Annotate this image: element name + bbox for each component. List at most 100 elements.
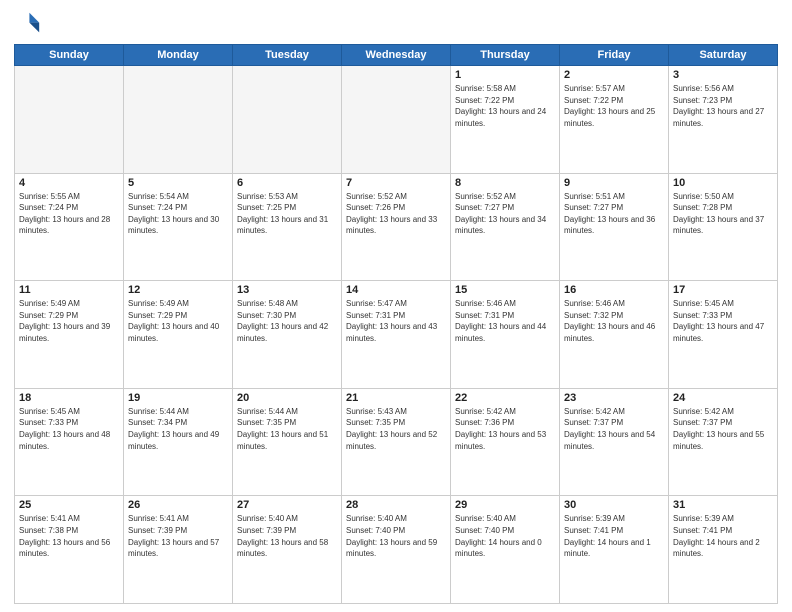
cell-info: Sunrise: 5:42 AMSunset: 7:36 PMDaylight:… [455, 406, 555, 452]
day-number: 25 [19, 499, 119, 511]
header [14, 10, 778, 38]
calendar-cell: 18Sunrise: 5:45 AMSunset: 7:33 PMDayligh… [15, 388, 124, 496]
calendar-cell [233, 66, 342, 174]
day-number: 10 [673, 177, 773, 189]
day-number: 24 [673, 392, 773, 404]
calendar-cell: 9 Sunrise: 5:51 AMSunset: 7:27 PMDaylight… [560, 173, 669, 281]
cell-content: 10 Sunrise: 5:50 AMSunset: 7:28 PMDayligh… [673, 177, 773, 237]
cell-content: 7 Sunrise: 5:52 AMSunset: 7:26 PMDaylight… [346, 177, 446, 237]
calendar-cell: 29Sunrise: 5:40 AMSunset: 7:40 PMDayligh… [451, 496, 560, 604]
calendar-cell: 17 Sunrise: 5:45 AMSunset: 7:33 PMDayligh… [669, 281, 778, 389]
cell-info: Sunrise: 5:52 AMSunset: 7:26 PMDaylight:… [346, 191, 446, 237]
calendar-cell: 27 Sunrise: 5:40 AMSunset: 7:39 PMDayligh… [233, 496, 342, 604]
calendar-cell: 26Sunrise: 5:41 AMSunset: 7:39 PMDayligh… [124, 496, 233, 604]
day-number: 15 [455, 284, 555, 296]
day-number: 9 [564, 177, 664, 189]
calendar-cell: 30 Sunrise: 5:39 AMSunset: 7:41 PMDayligh… [560, 496, 669, 604]
calendar-cell: 2Sunrise: 5:57 AMSunset: 7:22 PMDaylight… [560, 66, 669, 174]
calendar-cell: 12Sunrise: 5:49 AMSunset: 7:29 PMDayligh… [124, 281, 233, 389]
calendar-cell: 21Sunrise: 5:43 AMSunset: 7:35 PMDayligh… [342, 388, 451, 496]
cell-content: 27 Sunrise: 5:40 AMSunset: 7:39 PMDayligh… [237, 499, 337, 559]
day-number: 27 [237, 499, 337, 511]
cell-content: 26Sunrise: 5:41 AMSunset: 7:39 PMDayligh… [128, 499, 228, 559]
day-number: 30 [564, 499, 664, 511]
day-number: 21 [346, 392, 446, 404]
cell-info: Sunrise: 5:54 AMSunset: 7:24 PMDaylight:… [128, 191, 228, 237]
cell-content: 25Sunrise: 5:41 AMSunset: 7:38 PMDayligh… [19, 499, 119, 559]
cell-content: 11Sunrise: 5:49 AMSunset: 7:29 PMDayligh… [19, 284, 119, 344]
cell-info: Sunrise: 5:47 AMSunset: 7:31 PMDaylight:… [346, 298, 446, 344]
day-number: 1 [455, 69, 555, 81]
calendar-cell: 28Sunrise: 5:40 AMSunset: 7:40 PMDayligh… [342, 496, 451, 604]
day-number: 14 [346, 284, 446, 296]
day-number: 31 [673, 499, 773, 511]
cell-content: 31 Sunrise: 5:39 AMSunset: 7:41 PMDayligh… [673, 499, 773, 559]
cell-info: Sunrise: 5:55 AMSunset: 7:24 PMDaylight:… [19, 191, 119, 237]
weekday-header-saturday: Saturday [669, 45, 778, 66]
day-number: 22 [455, 392, 555, 404]
cell-content: 15Sunrise: 5:46 AMSunset: 7:31 PMDayligh… [455, 284, 555, 344]
cell-info: Sunrise: 5:40 AMSunset: 7:40 PMDaylight:… [346, 513, 446, 559]
calendar-cell: 1Sunrise: 5:58 AMSunset: 7:22 PMDaylight… [451, 66, 560, 174]
day-number: 5 [128, 177, 228, 189]
weekday-header-friday: Friday [560, 45, 669, 66]
day-number: 17 [673, 284, 773, 296]
calendar-cell [124, 66, 233, 174]
logo [14, 10, 46, 38]
cell-info: Sunrise: 5:45 AMSunset: 7:33 PMDaylight:… [673, 298, 773, 344]
calendar-table: SundayMondayTuesdayWednesdayThursdayFrid… [14, 44, 778, 604]
page: SundayMondayTuesdayWednesdayThursdayFrid… [0, 0, 792, 612]
cell-info: Sunrise: 5:56 AMSunset: 7:23 PMDaylight:… [673, 83, 773, 129]
day-number: 18 [19, 392, 119, 404]
calendar-week-5: 25Sunrise: 5:41 AMSunset: 7:38 PMDayligh… [15, 496, 778, 604]
day-number: 2 [564, 69, 664, 81]
cell-info: Sunrise: 5:39 AMSunset: 7:41 PMDaylight:… [673, 513, 773, 559]
cell-info: Sunrise: 5:40 AMSunset: 7:39 PMDaylight:… [237, 513, 337, 559]
calendar-cell: 24 Sunrise: 5:42 AMSunset: 7:37 PMDayligh… [669, 388, 778, 496]
cell-info: Sunrise: 5:39 AMSunset: 7:41 PMDaylight:… [564, 513, 664, 559]
calendar-week-1: 1Sunrise: 5:58 AMSunset: 7:22 PMDaylight… [15, 66, 778, 174]
cell-content: 13Sunrise: 5:48 AMSunset: 7:30 PMDayligh… [237, 284, 337, 344]
cell-info: Sunrise: 5:44 AMSunset: 7:35 PMDaylight:… [237, 406, 337, 452]
calendar-cell: 7 Sunrise: 5:52 AMSunset: 7:26 PMDaylight… [342, 173, 451, 281]
cell-info: Sunrise: 5:53 AMSunset: 7:25 PMDaylight:… [237, 191, 337, 237]
cell-info: Sunrise: 5:51 AMSunset: 7:27 PMDaylight:… [564, 191, 664, 237]
cell-info: Sunrise: 5:50 AMSunset: 7:28 PMDaylight:… [673, 191, 773, 237]
cell-content: 30 Sunrise: 5:39 AMSunset: 7:41 PMDayligh… [564, 499, 664, 559]
calendar-cell: 25Sunrise: 5:41 AMSunset: 7:38 PMDayligh… [15, 496, 124, 604]
cell-content: 28Sunrise: 5:40 AMSunset: 7:40 PMDayligh… [346, 499, 446, 559]
cell-content: 9 Sunrise: 5:51 AMSunset: 7:27 PMDaylight… [564, 177, 664, 237]
day-number: 7 [346, 177, 446, 189]
cell-content: 18Sunrise: 5:45 AMSunset: 7:33 PMDayligh… [19, 392, 119, 452]
calendar-cell: 15Sunrise: 5:46 AMSunset: 7:31 PMDayligh… [451, 281, 560, 389]
day-number: 3 [673, 69, 773, 81]
cell-info: Sunrise: 5:46 AMSunset: 7:32 PMDaylight:… [564, 298, 664, 344]
cell-content: 3 Sunrise: 5:56 AMSunset: 7:23 PMDaylight… [673, 69, 773, 129]
day-number: 12 [128, 284, 228, 296]
day-number: 19 [128, 392, 228, 404]
calendar-cell: 4Sunrise: 5:55 AMSunset: 7:24 PMDaylight… [15, 173, 124, 281]
cell-content: 29Sunrise: 5:40 AMSunset: 7:40 PMDayligh… [455, 499, 555, 559]
cell-content: 2Sunrise: 5:57 AMSunset: 7:22 PMDaylight… [564, 69, 664, 129]
cell-content: 20Sunrise: 5:44 AMSunset: 7:35 PMDayligh… [237, 392, 337, 452]
calendar-week-2: 4Sunrise: 5:55 AMSunset: 7:24 PMDaylight… [15, 173, 778, 281]
cell-info: Sunrise: 5:41 AMSunset: 7:39 PMDaylight:… [128, 513, 228, 559]
cell-info: Sunrise: 5:42 AMSunset: 7:37 PMDaylight:… [673, 406, 773, 452]
calendar-cell: 22 Sunrise: 5:42 AMSunset: 7:36 PMDayligh… [451, 388, 560, 496]
calendar-cell: 10 Sunrise: 5:50 AMSunset: 7:28 PMDayligh… [669, 173, 778, 281]
calendar-cell: 19Sunrise: 5:44 AMSunset: 7:34 PMDayligh… [124, 388, 233, 496]
weekday-header-row: SundayMondayTuesdayWednesdayThursdayFrid… [15, 45, 778, 66]
calendar-cell: 8Sunrise: 5:52 AMSunset: 7:27 PMDaylight… [451, 173, 560, 281]
day-number: 23 [564, 392, 664, 404]
logo-icon [14, 10, 42, 38]
day-number: 13 [237, 284, 337, 296]
weekday-header-tuesday: Tuesday [233, 45, 342, 66]
day-number: 8 [455, 177, 555, 189]
calendar-cell [342, 66, 451, 174]
weekday-header-thursday: Thursday [451, 45, 560, 66]
cell-content: 24 Sunrise: 5:42 AMSunset: 7:37 PMDayligh… [673, 392, 773, 452]
cell-content: 19Sunrise: 5:44 AMSunset: 7:34 PMDayligh… [128, 392, 228, 452]
day-number: 29 [455, 499, 555, 511]
day-number: 11 [19, 284, 119, 296]
calendar-cell: 6Sunrise: 5:53 AMSunset: 7:25 PMDaylight… [233, 173, 342, 281]
